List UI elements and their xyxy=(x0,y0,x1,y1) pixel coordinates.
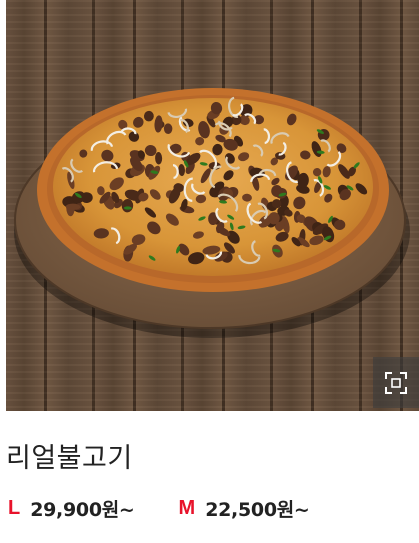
price-medium: 22,500원~ xyxy=(205,498,310,521)
zoom-button[interactable] xyxy=(373,357,419,408)
price-large: 29,900원~ xyxy=(30,498,135,521)
product-image[interactable] xyxy=(6,0,419,411)
price-row: L 29,900원~ M 22,500원~ xyxy=(8,494,310,522)
expand-icon xyxy=(385,371,407,394)
pizza-illustration xyxy=(14,88,410,338)
product-name[interactable]: 리얼불고기 xyxy=(6,436,133,475)
size-label-medium: M xyxy=(178,496,196,519)
size-label-large: L xyxy=(8,496,21,519)
product-card[interactable]: 리얼불고기 L 29,900원~ M 22,500원~ xyxy=(0,0,419,543)
